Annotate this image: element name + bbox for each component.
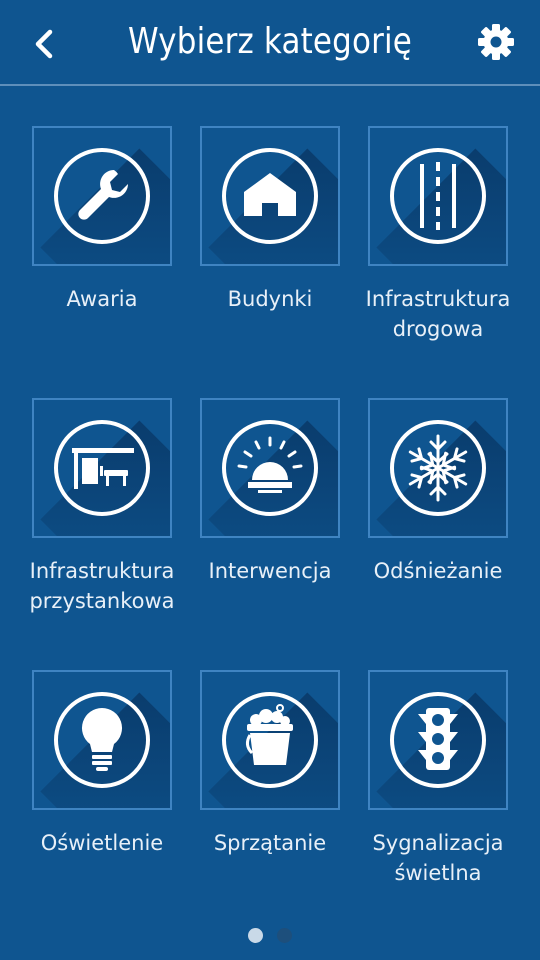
category-label: Oświetlenie: [40, 831, 164, 855]
category-tile-interwencja[interactable]: Interwencja: [186, 398, 354, 658]
page-dot-2[interactable]: [277, 928, 292, 943]
bucket-icon: [222, 692, 318, 788]
category-icon-box: [32, 126, 172, 266]
lightbulb-icon: [54, 692, 150, 788]
category-icon-box: [200, 398, 340, 538]
page-dot-1[interactable]: [248, 928, 263, 943]
category-icon-box: [368, 126, 508, 266]
wrench-icon: [54, 148, 150, 244]
category-icon-box: [200, 670, 340, 810]
snowflake-icon: [390, 420, 486, 516]
category-tile-infrastruktura-drogowa[interactable]: Infrastruktura drogowa: [354, 126, 522, 386]
category-icon-box: [200, 126, 340, 266]
category-label: Sygnalizacja świetlna: [372, 831, 504, 885]
category-label: Odśnieżanie: [373, 559, 503, 583]
category-tile-budynki[interactable]: Budynki: [186, 126, 354, 386]
category-icon-box: [32, 670, 172, 810]
category-label: Infrastruktura drogowa: [365, 287, 511, 341]
category-label: Infrastruktura przystankowa: [29, 559, 175, 613]
header: Wybierz kategorię: [0, 0, 540, 86]
category-tile-sprzatanie[interactable]: Sprzątanie: [186, 670, 354, 930]
category-tile-awaria[interactable]: Awaria: [18, 126, 186, 386]
category-tile-sygnalizacja-swietlna[interactable]: Sygnalizacja świetlna: [354, 670, 522, 930]
category-label: Sprzątanie: [213, 831, 327, 855]
house-icon: [222, 148, 318, 244]
category-icon-box: [32, 398, 172, 538]
siren-icon: [222, 420, 318, 516]
gear-icon: [478, 24, 514, 60]
category-label: Awaria: [66, 287, 138, 311]
bus-stop-icon: [54, 420, 150, 516]
category-label: Interwencja: [208, 559, 332, 583]
category-icon-box: [368, 398, 508, 538]
road-icon: [390, 148, 486, 244]
page-title: Wybierz kategorię: [128, 21, 412, 62]
category-label: Budynki: [227, 287, 313, 311]
page-indicator: [0, 928, 540, 943]
category-icon-box: [368, 670, 508, 810]
category-tile-odsniezanie[interactable]: Odśnieżanie: [354, 398, 522, 658]
category-tile-oswietlenie[interactable]: Oświetlenie: [18, 670, 186, 930]
traffic-light-icon: [390, 692, 486, 788]
settings-button[interactable]: [474, 20, 518, 64]
category-tile-infrastruktura-przystankowa[interactable]: Infrastruktura przystankowa: [18, 398, 186, 658]
